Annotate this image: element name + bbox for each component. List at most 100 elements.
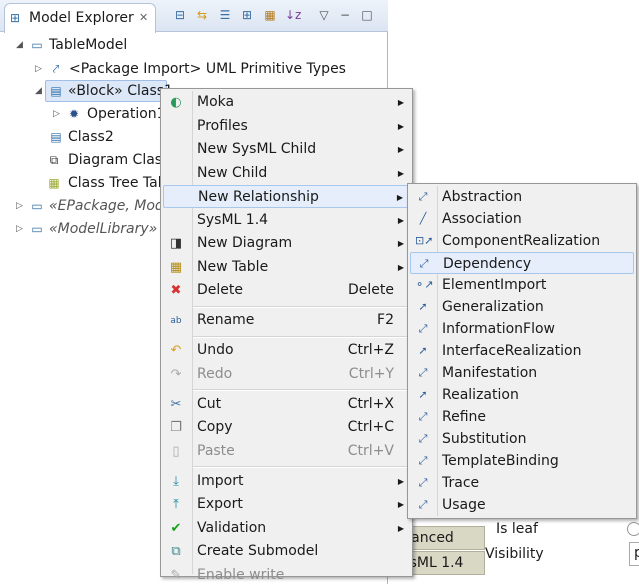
submenu-item-label: Abstraction xyxy=(442,189,523,205)
menu-item-label: Enable write xyxy=(197,566,285,583)
shortcut-label: Ctrl+X xyxy=(347,395,394,412)
shortcut-label: Delete xyxy=(348,282,394,298)
menu-item-undo[interactable]: ↶ Undo Ctrl+Z xyxy=(163,339,410,362)
collapse-arrow-icon[interactable]: ◢ xyxy=(16,34,23,56)
menu-item-copy[interactable]: ❐ Copy Ctrl+C xyxy=(163,416,410,439)
close-icon[interactable]: ✕ xyxy=(139,11,148,24)
class-icon: ▤ xyxy=(50,84,62,98)
tree-label: «Block» Class1 xyxy=(68,83,173,99)
abstraction-icon: ⤢ xyxy=(418,190,428,203)
submenu-item-realization[interactable]: ➚ Realization xyxy=(410,384,634,406)
export-icon: ⤒ xyxy=(173,497,179,512)
submenu-item-label: Association xyxy=(442,211,522,227)
menu-item-new-sysml-child[interactable]: New SysML Child ▶ xyxy=(163,138,410,161)
submenu-item-label: Usage xyxy=(442,497,486,513)
menu-item-create-submodel[interactable]: ⧉ Create Submodel xyxy=(163,540,410,563)
tree-label: «ModelLibrary» E xyxy=(49,221,171,237)
menu-item-cut[interactable]: ✂ Cut Ctrl+X xyxy=(163,393,410,416)
is-leaf-radio[interactable] xyxy=(627,522,639,536)
expand-arrow-icon[interactable]: ▷ xyxy=(16,195,23,217)
submenu-item-association[interactable]: ╱ Association xyxy=(410,208,634,230)
submenu-arrow-icon: ▶ xyxy=(397,215,404,225)
link-editor-icon[interactable]: ⇆ xyxy=(194,7,210,23)
tree-icon[interactable]: ⊞ xyxy=(239,7,255,23)
model-explorer-icon: ⊞ xyxy=(10,11,21,25)
view-menu-icon[interactable]: ▽ xyxy=(316,7,332,23)
submenu-arrow-icon: ▶ xyxy=(396,193,403,202)
sort-az-icon[interactable]: ↓z xyxy=(285,7,301,23)
menu-item-sysml-1-4[interactable]: SysML 1.4 ▶ xyxy=(163,209,410,232)
copy-icon: ❐ xyxy=(170,420,182,435)
collapse-all-icon[interactable]: ⊟ xyxy=(172,7,188,23)
menu-item-redo[interactable]: ↷ Redo Ctrl+Y xyxy=(163,363,410,386)
submenu-arrow-icon: ▶ xyxy=(397,145,404,154)
menu-item-enable-write[interactable]: ✎ Enable write xyxy=(163,564,410,587)
diagram-icon: ⧉ xyxy=(49,153,59,167)
submenu-item-manifestation[interactable]: ⤢ Manifestation xyxy=(410,362,634,384)
menu-item-label: Profiles xyxy=(197,117,248,134)
menu-item-label: Rename xyxy=(197,312,255,328)
generalization-icon: ➚ xyxy=(418,300,428,313)
menu-item-label: Copy xyxy=(197,419,233,435)
menu-item-profiles[interactable]: Profiles ▶ xyxy=(163,115,410,138)
menu-item-label: Paste xyxy=(197,442,235,459)
rename-icon: ab xyxy=(170,316,182,326)
tree-label: Class Tree Tab xyxy=(68,175,167,191)
submenu-item-substitution[interactable]: ⤢ Substitution xyxy=(410,428,634,450)
menu-item-delete[interactable]: ✖ Delete Delete xyxy=(163,279,410,302)
expand-arrow-icon[interactable]: ▷ xyxy=(35,58,42,80)
menu-item-new-relationship[interactable]: New Relationship ▶ xyxy=(163,185,410,208)
package-icon: ▭ xyxy=(31,38,43,52)
association-icon: ╱ xyxy=(419,212,427,225)
submenu-item-componentrealization[interactable]: ⊡➚ ComponentRealization xyxy=(410,230,634,252)
list-icon[interactable]: ☰ xyxy=(217,7,233,23)
visibility-select[interactable]: p xyxy=(629,542,639,566)
expand-arrow-icon[interactable]: ▷ xyxy=(53,103,60,125)
menu-separator xyxy=(193,389,410,391)
submenu-item-usage[interactable]: ⤢ Usage xyxy=(410,494,634,516)
enable-write-icon: ✎ xyxy=(170,567,182,583)
submenu-item-templatebinding[interactable]: ⤢ TemplateBinding xyxy=(410,450,634,472)
menu-item-label: Moka xyxy=(197,94,235,110)
menu-item-paste[interactable]: ▯ Paste Ctrl+V xyxy=(163,440,410,463)
tree-item-package-import[interactable]: ▷ ⤤ <Package Import> UML Primitive Types xyxy=(0,58,388,80)
submenu-item-informationflow[interactable]: ⤢ InformationFlow xyxy=(410,318,634,340)
context-menu: ◐ Moka ▶ Profiles ▶ New SysML Child ▶ New Child… xyxy=(160,88,413,583)
tree-label: «EPackage, Mode xyxy=(49,198,173,214)
submenu-item-generalization[interactable]: ➚ Generalization xyxy=(410,296,634,318)
submenu-item-abstraction[interactable]: ⤢ Abstraction xyxy=(410,186,634,208)
menu-item-label: Export xyxy=(197,496,243,512)
componentrealization-icon: ⊡➚ xyxy=(415,234,434,247)
tree-item-tablemodel[interactable]: ◢ ▭ TableModel xyxy=(0,34,388,56)
submenu-item-label: Generalization xyxy=(442,299,544,315)
submenu-arrow-icon: ▶ xyxy=(397,476,404,486)
elementimport-icon: ⚬↗ xyxy=(415,278,434,291)
menu-item-label: Create Submodel xyxy=(197,543,319,559)
menu-item-rename[interactable]: ab Rename F2 xyxy=(163,309,410,332)
tab-model-explorer[interactable]: ⊞ Model Explorer ✕ xyxy=(4,3,156,33)
menu-item-import[interactable]: ⤓ Import ▶ xyxy=(163,470,410,493)
menu-item-moka[interactable]: ◐ Moka ▶ xyxy=(163,91,410,114)
submenu-item-refine[interactable]: ⤢ Refine xyxy=(410,406,634,428)
maximize-icon[interactable]: □ xyxy=(359,7,375,23)
expand-arrow-icon[interactable]: ▷ xyxy=(16,218,23,240)
delete-icon: ✖ xyxy=(170,283,182,298)
redo-icon: ↷ xyxy=(170,366,182,382)
menu-item-new-table[interactable]: ▦ New Table ▶ xyxy=(163,256,410,279)
submenu-item-dependency[interactable]: ⤢ Dependency xyxy=(410,252,634,274)
submenu-item-interfacerealization[interactable]: ➚ InterfaceRealization xyxy=(410,340,634,362)
menu-item-new-diagram[interactable]: ◨ New Diagram ▶ xyxy=(163,232,410,255)
class-icon: ▤ xyxy=(50,130,62,144)
customize-icon[interactable]: ▦ xyxy=(262,7,278,23)
collapse-arrow-icon[interactable]: ◢ xyxy=(35,80,42,102)
menu-item-new-child[interactable]: New Child ▶ xyxy=(163,162,410,185)
submenu-arrow-icon: ▶ xyxy=(397,239,404,248)
minimize-icon[interactable]: − xyxy=(337,7,353,23)
menu-item-validation[interactable]: ✔ Validation ▶ xyxy=(163,517,410,540)
table-icon: ▦ xyxy=(48,176,60,190)
submodel-icon: ⧉ xyxy=(171,544,181,559)
epackage-icon: ▭ xyxy=(31,199,43,213)
submenu-item-trace[interactable]: ⤢ Trace xyxy=(410,472,634,494)
submenu-item-elementimport[interactable]: ⚬↗ ElementImport xyxy=(410,274,634,296)
menu-item-export[interactable]: ⤒ Export ▶ xyxy=(163,493,410,516)
